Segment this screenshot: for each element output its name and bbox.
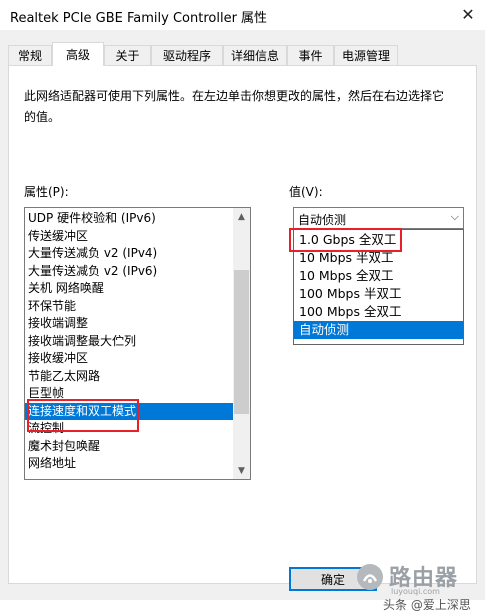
property-item[interactable]: 关机 网络唤醒 — [25, 280, 236, 297]
tab-power-management[interactable]: 电源管理 — [334, 45, 398, 65]
property-item[interactable]: 环保节能 — [25, 298, 236, 315]
window-title: Realtek PCIe GBE Family Controller 属性 — [10, 11, 268, 26]
value-option[interactable]: 10 Mbps 全双工 — [294, 267, 463, 285]
value-option-selected[interactable]: 自动侦测 — [294, 321, 463, 339]
value-option[interactable]: 10 Mbps 半双工 — [294, 249, 463, 267]
scroll-up-icon[interactable]: ▲ — [233, 208, 250, 225]
value-label: 值(V): — [289, 185, 323, 199]
description-text: 此网络适配器可使用下列属性。在左边单击你想更改的属性，然后在右边选择它的值。 — [24, 89, 445, 124]
property-item[interactable]: 传送缓冲区 — [25, 228, 236, 245]
tab-driver[interactable]: 驱动程序 — [151, 45, 223, 65]
property-item[interactable]: 接收端调整最大伫列 — [25, 333, 236, 350]
property-item[interactable]: 魔术封包唤醒 — [25, 438, 236, 455]
property-item[interactable]: 大量传送减负 v2 (IPv6) — [25, 263, 236, 280]
property-item[interactable]: 大量传送减负 v2 (IPv4) — [25, 245, 236, 262]
dialog-client-area: 常规 高级 关于 驱动程序 详细信息 事件 电源管理 此网络适配器可使用下列属性… — [0, 30, 485, 612]
value-option[interactable]: 100 Mbps 半双工 — [294, 285, 463, 303]
tab-details[interactable]: 详细信息 — [223, 45, 287, 65]
tab-about[interactable]: 关于 — [104, 45, 151, 65]
ok-button[interactable]: 确定 — [289, 567, 377, 591]
property-item[interactable]: 接收缓冲区 — [25, 350, 236, 367]
value-combobox[interactable]: 自动侦测 ⌵ — [293, 207, 464, 229]
value-option[interactable]: 100 Mbps 全双工 — [294, 303, 463, 321]
property-listbox[interactable]: UDP 硬件校验和 (IPv6) 传送缓冲区 大量传送减负 v2 (IPv4) … — [24, 207, 251, 480]
property-list-scrollbar[interactable]: ▲ ▼ — [233, 208, 250, 479]
combo-selected-value: 自动侦测 — [298, 213, 347, 227]
value-option[interactable]: 1.0 Gbps 全双工 — [294, 231, 463, 249]
tab-general[interactable]: 常规 — [8, 45, 52, 65]
property-label: 属性(P): — [24, 185, 69, 199]
property-item[interactable]: 巨型帧 — [25, 385, 236, 402]
scroll-down-icon[interactable]: ▼ — [233, 462, 250, 479]
close-icon[interactable]: ✕ — [456, 3, 480, 25]
property-item[interactable]: 流控制 — [25, 420, 236, 437]
watermark-caption: 头条 @爱上深思 — [383, 598, 471, 612]
tab-strip: 常规 高级 关于 驱动程序 详细信息 事件 电源管理 — [8, 42, 478, 66]
title-bar: Realtek PCIe GBE Family Controller 属性 ✕ — [0, 0, 485, 30]
property-item[interactable]: 节能乙太网路 — [25, 368, 236, 385]
tab-advanced[interactable]: 高级 — [52, 42, 104, 66]
property-item[interactable]: 接收端调整 — [25, 315, 236, 332]
scroll-thumb[interactable] — [234, 270, 249, 414]
advanced-tab-panel: 此网络适配器可使用下列属性。在左边单击你想更改的属性，然后在右边选择它的值。 属… — [8, 65, 477, 584]
value-dropdown-list[interactable]: 1.0 Gbps 全双工 10 Mbps 半双工 10 Mbps 全双工 100… — [293, 229, 464, 345]
watermark-url: luyouqi.com — [391, 587, 440, 596]
property-item[interactable]: 网络地址 — [25, 455, 236, 472]
chevron-down-icon[interactable]: ⌵ — [451, 210, 459, 224]
property-item-selected[interactable]: 连接速度和双工模式 — [25, 402, 236, 420]
property-item[interactable]: UDP 硬件校验和 (IPv6) — [25, 210, 236, 227]
tab-events[interactable]: 事件 — [287, 45, 334, 65]
